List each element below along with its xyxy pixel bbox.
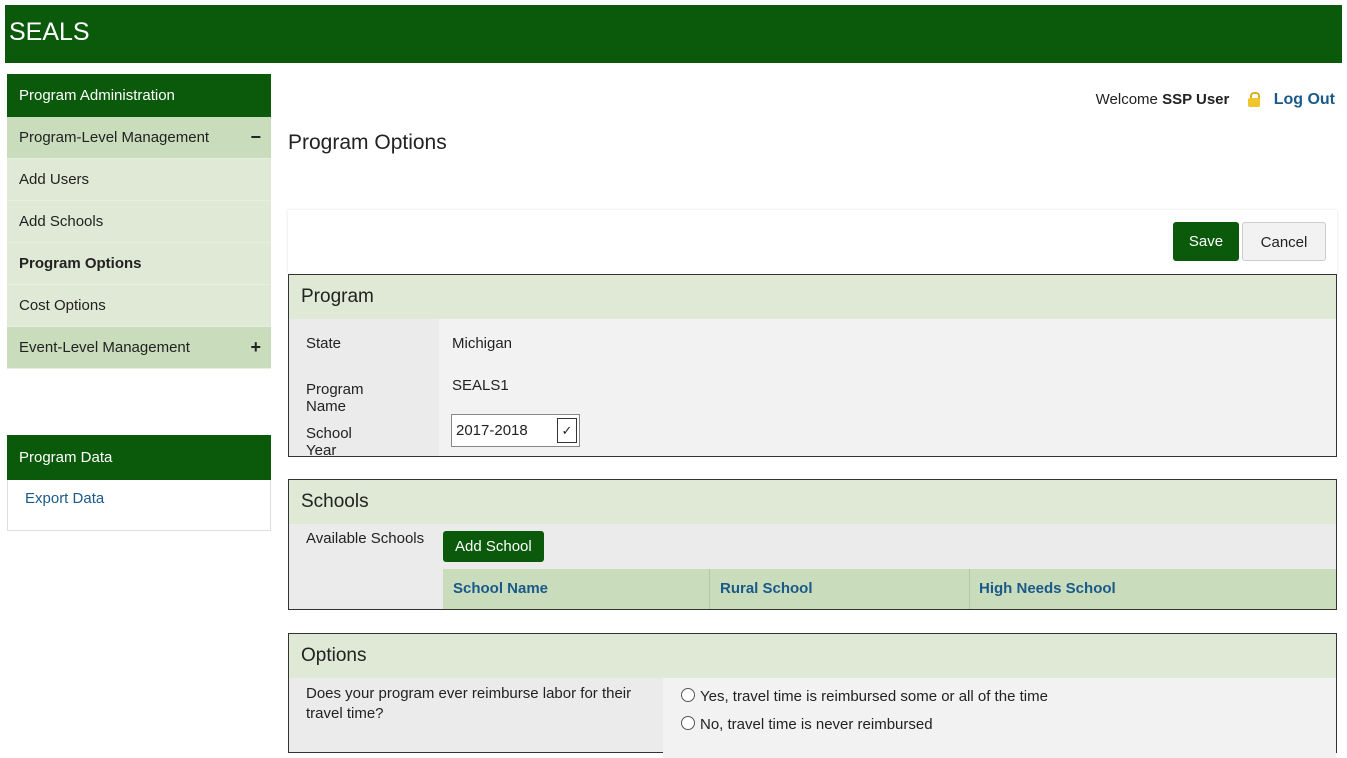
- sidebar-item-program-level-management[interactable]: Program-Level Management −: [7, 117, 271, 159]
- lock-icon: [1247, 92, 1260, 107]
- program-data-header: Program Data: [7, 435, 271, 480]
- sidebar-item-event-level-management[interactable]: Event-Level Management +: [7, 327, 271, 369]
- schools-table-header: School Name Rural School High Needs Scho…: [443, 569, 1336, 609]
- available-schools-label: Available Schools: [306, 530, 425, 547]
- school-year-value: 2017-2018: [456, 422, 528, 439]
- schools-section-heading: Schools: [289, 480, 1336, 524]
- options-section-heading: Options: [289, 634, 1336, 678]
- program-name-label: Program Name: [306, 381, 364, 415]
- sidebar-item-add-schools[interactable]: Add Schools: [7, 201, 271, 243]
- radio-option-yes-label: Yes, travel time is reimbursed some or a…: [700, 688, 1048, 705]
- radio-option-no-label: No, travel time is never reimbursed: [700, 716, 933, 733]
- action-toolbar: Save Cancel: [288, 210, 1337, 274]
- school-year-select[interactable]: 2017-2018 ✓: [451, 414, 580, 447]
- program-name-value: SEALS1: [452, 377, 509, 394]
- collapse-icon[interactable]: −: [250, 117, 261, 158]
- school-year-label: School Year: [306, 425, 352, 459]
- app-header: SEALS: [5, 5, 1342, 63]
- options-section: Options Does your program ever reimburse…: [288, 633, 1337, 758]
- chevron-down-icon[interactable]: ✓: [557, 418, 577, 443]
- sidebar-item-add-users[interactable]: Add Users: [7, 159, 271, 201]
- state-value: Michigan: [452, 335, 513, 352]
- radio-button[interactable]: [681, 688, 695, 702]
- sidebar-item-label: Program Options: [19, 255, 142, 272]
- state-label: State: [306, 335, 342, 352]
- sidebar-item-cost-options[interactable]: Cost Options: [7, 285, 271, 327]
- radio-option-no[interactable]: No, travel time is never reimbursed: [681, 716, 933, 733]
- radio-option-yes[interactable]: Yes, travel time is reimbursed some or a…: [681, 688, 1048, 705]
- cancel-button[interactable]: Cancel: [1242, 222, 1326, 261]
- expand-icon[interactable]: +: [250, 327, 261, 368]
- travel-reimbursement-question: Does your program ever reimburse labor f…: [306, 685, 632, 722]
- save-button[interactable]: Save: [1173, 222, 1239, 261]
- user-name: SSP User: [1162, 91, 1230, 108]
- sidebar-item-label: Program-Level Management: [19, 129, 210, 146]
- sidebar-item-label: Add Users: [19, 171, 90, 188]
- sidebar-item-label: Add Schools: [19, 213, 104, 230]
- schools-section: Schools Available Schools Add School Sch…: [288, 479, 1337, 610]
- column-high-needs-school[interactable]: High Needs School: [979, 580, 1116, 597]
- column-rural-school[interactable]: Rural School: [720, 580, 813, 597]
- program-section: Program State Michigan Program Name SEAL…: [288, 274, 1337, 459]
- sidebar-item-label: Event-Level Management: [19, 339, 190, 356]
- user-welcome: Welcome SSP User Log Out: [1096, 91, 1335, 109]
- column-school-name[interactable]: School Name: [453, 580, 548, 597]
- export-data-link[interactable]: Export Data: [8, 480, 270, 507]
- app-title: SEALS: [9, 18, 90, 46]
- sidebar-item-program-options[interactable]: Program Options: [7, 243, 271, 285]
- program-section-heading: Program: [289, 275, 1336, 319]
- radio-button[interactable]: [681, 716, 695, 730]
- add-school-button[interactable]: Add School: [443, 531, 544, 562]
- sidebar-nav: Program Administration Program-Level Man…: [7, 74, 271, 369]
- logout-link[interactable]: Log Out: [1274, 91, 1335, 108]
- program-data-panel: Program Data Export Data: [7, 435, 271, 531]
- sidebar-header: Program Administration: [7, 74, 271, 117]
- sidebar-item-label: Cost Options: [19, 297, 106, 314]
- welcome-text: Welcome: [1095, 91, 1158, 108]
- page-title: Program Options: [288, 131, 447, 154]
